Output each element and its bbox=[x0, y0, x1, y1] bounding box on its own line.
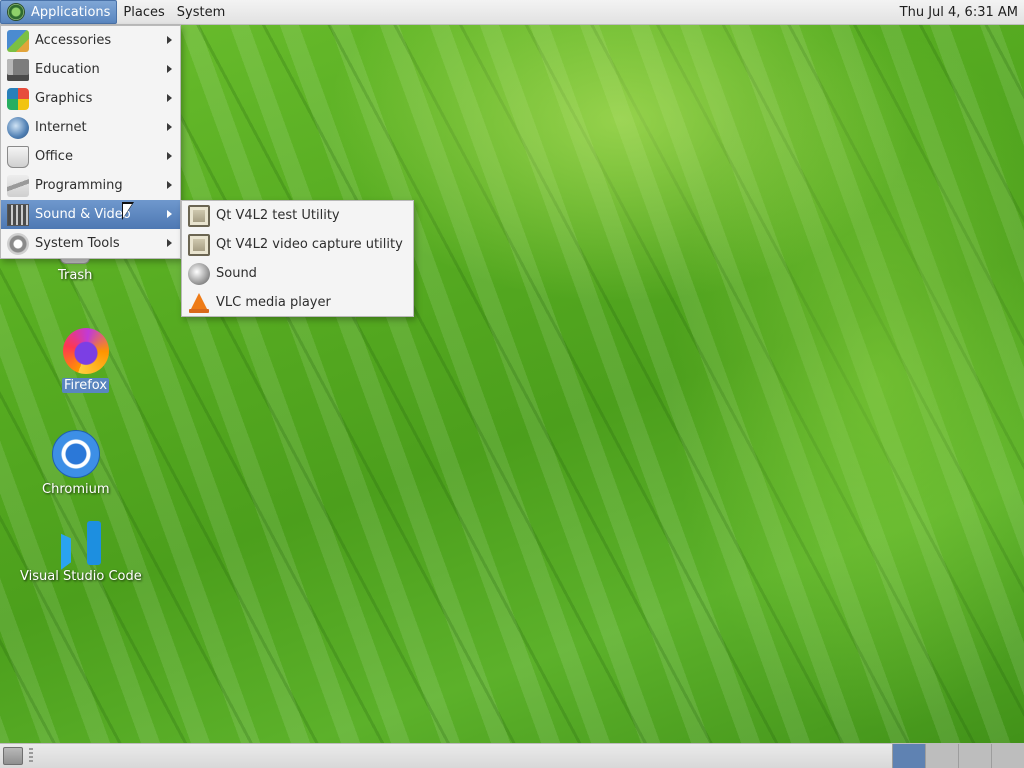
chromium-icon bbox=[51, 430, 100, 478]
menu-item-label: Graphics bbox=[35, 91, 93, 106]
workspace-2[interactable] bbox=[925, 744, 958, 768]
top-panel: Applications Places System Thu Jul 4, 6:… bbox=[0, 0, 1024, 25]
workspace-4[interactable] bbox=[991, 744, 1024, 768]
menu-item-label: Internet bbox=[35, 120, 87, 135]
places-menu-label: Places bbox=[123, 4, 165, 20]
workspace-switcher bbox=[892, 744, 1024, 768]
menu-item-label: Sound & Video bbox=[35, 207, 131, 222]
panel-handle[interactable] bbox=[29, 748, 33, 764]
desktop-icon-label: Firefox bbox=[62, 378, 110, 393]
qt-v4l2-icon bbox=[188, 204, 210, 227]
office-icon bbox=[7, 145, 29, 168]
globe-icon bbox=[7, 116, 29, 139]
gear-icon bbox=[7, 232, 29, 255]
education-icon bbox=[7, 58, 29, 81]
menu-item-label: Sound bbox=[216, 266, 257, 281]
chevron-right-icon bbox=[167, 239, 172, 247]
menu-item-qt-v4l2-capture[interactable]: Qt V4L2 video capture utility bbox=[182, 230, 413, 259]
menu-item-vlc[interactable]: VLC media player bbox=[182, 288, 413, 317]
menu-item-label: Education bbox=[35, 62, 100, 77]
accessories-icon bbox=[7, 29, 29, 52]
places-menu-button[interactable]: Places bbox=[117, 0, 170, 24]
applications-menu: Accessories Education Graphics Internet … bbox=[0, 25, 181, 259]
menu-item-label: Office bbox=[35, 149, 73, 164]
menu-item-graphics[interactable]: Graphics bbox=[1, 84, 180, 113]
chevron-right-icon bbox=[167, 181, 172, 189]
menu-item-label: Qt V4L2 test Utility bbox=[216, 208, 340, 223]
menu-item-system-tools[interactable]: System Tools bbox=[1, 229, 180, 258]
workspace-1[interactable] bbox=[892, 744, 925, 768]
chevron-right-icon bbox=[167, 65, 172, 73]
desktop-icon-chromium[interactable]: Chromium bbox=[40, 430, 112, 497]
menu-item-programming[interactable]: Programming bbox=[1, 171, 180, 200]
menu-item-sound-video[interactable]: Sound & Video bbox=[1, 200, 180, 229]
bottom-panel bbox=[0, 743, 1024, 768]
menu-item-accessories[interactable]: Accessories bbox=[1, 26, 180, 55]
menu-item-label: System Tools bbox=[35, 236, 120, 251]
workspace-3[interactable] bbox=[958, 744, 991, 768]
menu-item-education[interactable]: Education bbox=[1, 55, 180, 84]
menu-item-sound[interactable]: Sound bbox=[182, 259, 413, 288]
menu-item-label: Accessories bbox=[35, 33, 112, 48]
desktop-icon-firefox[interactable]: Firefox bbox=[62, 328, 110, 393]
graphics-icon bbox=[7, 87, 29, 110]
menu-item-label: VLC media player bbox=[216, 295, 331, 310]
chevron-right-icon bbox=[167, 123, 172, 131]
desktop-icon-vscode[interactable]: Visual Studio Code bbox=[18, 521, 144, 584]
vlc-icon bbox=[188, 292, 210, 314]
clock[interactable]: Thu Jul 4, 6:31 AM bbox=[900, 5, 1024, 20]
desktop-icon-label: Chromium bbox=[42, 482, 110, 497]
programming-icon bbox=[7, 174, 29, 197]
chevron-right-icon bbox=[167, 152, 172, 160]
menu-item-label: Qt V4L2 video capture utility bbox=[216, 237, 403, 252]
qt-v4l2-icon bbox=[188, 233, 210, 256]
chevron-right-icon bbox=[167, 36, 172, 44]
menu-item-label: Programming bbox=[35, 178, 123, 193]
distro-logo-icon bbox=[7, 3, 25, 21]
applications-menu-button[interactable]: Applications bbox=[0, 0, 118, 24]
menu-item-office[interactable]: Office bbox=[1, 142, 180, 171]
system-menu-label: System bbox=[176, 4, 226, 20]
show-desktop-button[interactable] bbox=[3, 747, 23, 765]
desktop-icon-label: Visual Studio Code bbox=[20, 569, 142, 584]
system-menu-button[interactable]: System bbox=[171, 0, 231, 24]
menu-item-internet[interactable]: Internet bbox=[1, 113, 180, 142]
menu-item-qt-v4l2-test[interactable]: Qt V4L2 test Utility bbox=[182, 201, 413, 230]
firefox-icon bbox=[62, 328, 109, 374]
chevron-right-icon bbox=[167, 94, 172, 102]
chevron-right-icon bbox=[167, 210, 172, 218]
desktop-icon-label: Trash bbox=[58, 268, 93, 283]
vscode-icon bbox=[59, 521, 103, 565]
sound-icon bbox=[188, 262, 210, 285]
applications-menu-label: Applications bbox=[31, 4, 111, 20]
film-icon bbox=[7, 203, 29, 226]
sound-video-submenu: Qt V4L2 test Utility Qt V4L2 video captu… bbox=[181, 200, 414, 317]
